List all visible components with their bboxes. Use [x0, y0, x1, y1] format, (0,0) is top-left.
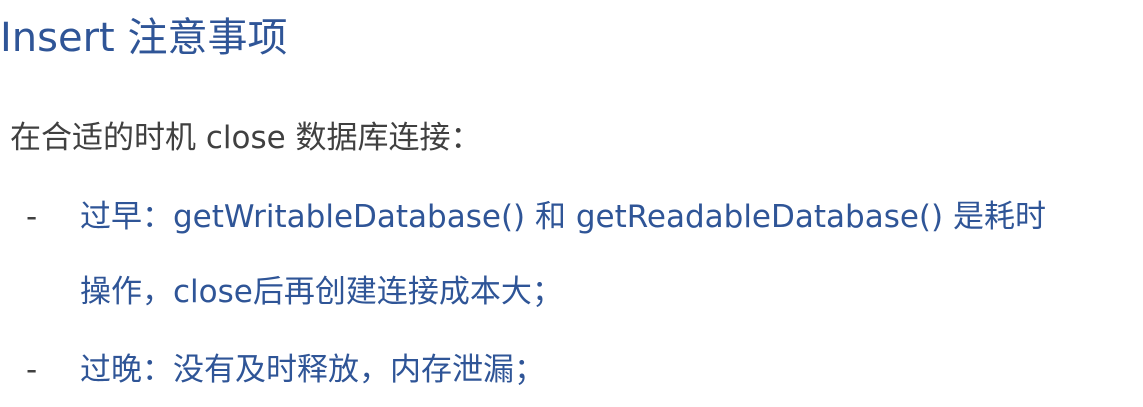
- slide-title: Insert 注意事项: [0, 15, 288, 61]
- bullet-dash: -: [26, 199, 38, 235]
- bullet-dash: -: [26, 352, 38, 388]
- item-line: 过早：getWritableDatabase() 和 getReadableDa…: [80, 199, 1046, 235]
- intro-text: 在合适的时机 close 数据库连接：: [10, 120, 482, 156]
- item-line-continuation: 操作，close后再创建连接成本大；: [80, 274, 563, 310]
- item-line: 过晚：没有及时释放，内存泄漏；: [80, 352, 545, 388]
